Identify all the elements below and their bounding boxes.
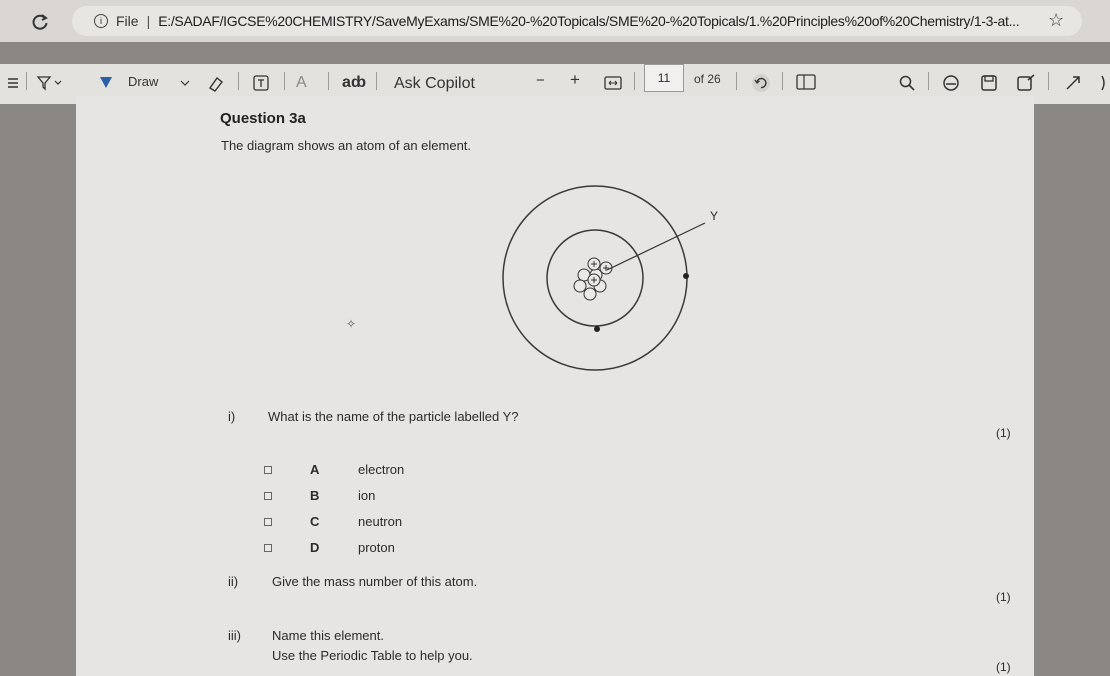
draw-label: Draw xyxy=(128,74,159,89)
option-checkbox[interactable] xyxy=(264,492,272,500)
highlight-filter-icon[interactable] xyxy=(36,74,62,92)
option-letter: C xyxy=(310,514,320,529)
label-y: Y xyxy=(710,209,718,223)
rotate-icon[interactable] xyxy=(750,72,772,94)
option-text: proton xyxy=(358,540,395,555)
expand-icon[interactable] xyxy=(1064,74,1082,92)
part-ii-marks: (1) xyxy=(996,590,1011,604)
toolbar-divider xyxy=(736,72,737,90)
save-as-icon[interactable] xyxy=(1016,74,1036,92)
toolbar-divider xyxy=(782,72,783,90)
chevron-down-icon[interactable] xyxy=(180,79,190,87)
favorite-star-icon[interactable]: ☆ xyxy=(1048,10,1064,31)
part-i-number: i) xyxy=(228,409,236,424)
part-ii-number: ii) xyxy=(228,574,239,589)
toolbar-divider xyxy=(284,72,285,90)
page-number-input[interactable]: 11 xyxy=(644,64,684,92)
save-icon[interactable] xyxy=(980,74,998,92)
zoom-in-button[interactable]: + xyxy=(570,70,580,90)
option-text: electron xyxy=(358,462,405,477)
toolbar-divider xyxy=(328,72,329,90)
atom-diagram: Y xyxy=(502,185,718,371)
part-i-text: What is the name of the particle labelle… xyxy=(268,409,519,424)
part-iii-text: Name this element. xyxy=(272,628,384,643)
page-view-icon[interactable] xyxy=(796,74,816,90)
info-icon[interactable]: i xyxy=(94,14,108,28)
zoom-out-button[interactable]: − xyxy=(536,72,545,89)
electron-outer xyxy=(683,273,689,279)
part-iii-help-text: Use the Periodic Table to help you. xyxy=(272,648,473,663)
toolbar-divider xyxy=(238,72,239,90)
part-iii-marks: (1) xyxy=(996,660,1011,674)
option-letter: B xyxy=(310,488,320,503)
ask-copilot-button[interactable]: Ask Copilot xyxy=(394,75,475,93)
nucleus xyxy=(573,257,613,301)
toolbar-divider xyxy=(1048,72,1049,90)
toolbar-divider xyxy=(928,72,929,90)
browser-address-bar: i File | E:/SADAF/IGCSE%20CHEMISTRY/Save… xyxy=(0,0,1110,42)
option-letter: D xyxy=(310,540,320,555)
option-checkbox[interactable] xyxy=(264,518,272,526)
pen-icon xyxy=(100,77,112,88)
toolbar-divider xyxy=(26,72,27,90)
contents-menu-icon[interactable] xyxy=(6,76,20,90)
option-letter: A xyxy=(310,462,320,477)
fit-page-icon[interactable] xyxy=(604,76,622,90)
more-options-icon[interactable] xyxy=(1098,74,1110,92)
part-ii-text: Give the mass number of this atom. xyxy=(272,574,478,589)
question-intro: The diagram shows an atom of an element. xyxy=(221,138,472,153)
question-title: Question 3a xyxy=(220,110,306,127)
option-checkbox[interactable] xyxy=(264,544,272,552)
option-checkbox[interactable] xyxy=(264,466,272,474)
text-box-icon[interactable] xyxy=(252,74,270,92)
search-icon[interactable] xyxy=(898,74,916,92)
option-text: neutron xyxy=(358,514,403,529)
url-text: E:/SADAF/IGCSE%20CHEMISTRY/SaveMyExams/S… xyxy=(158,13,1020,29)
label-line-y xyxy=(606,222,706,271)
option-text: ion xyxy=(358,488,376,503)
url-scheme: File xyxy=(116,13,139,29)
page-total: of 26 xyxy=(694,72,721,86)
toolbar-divider xyxy=(376,72,377,90)
read-aloud-button[interactable]: aȸ xyxy=(342,74,366,92)
text-size-button[interactable]: A xyxy=(296,74,307,92)
toolbar-divider xyxy=(634,72,635,90)
url-separator: | xyxy=(146,13,151,29)
eraser-icon[interactable] xyxy=(206,74,226,94)
part-i-marks: (1) xyxy=(996,426,1011,440)
part-iii-number: iii) xyxy=(228,628,241,643)
url-field[interactable]: i File | E:/SADAF/IGCSE%20CHEMISTRY/Save… xyxy=(72,6,1082,36)
print-icon[interactable] xyxy=(942,74,960,92)
reload-icon[interactable] xyxy=(30,12,50,32)
cursor-icon: ✧ xyxy=(346,317,357,331)
electron-inner xyxy=(594,326,600,332)
